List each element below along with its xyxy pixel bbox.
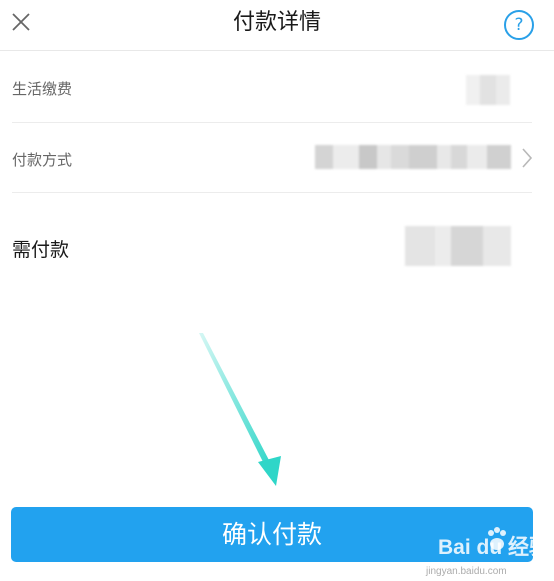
payment-method-value-redacted (315, 145, 511, 169)
chevron-right-icon (522, 148, 533, 168)
amount-value-redacted (405, 226, 511, 266)
close-icon (12, 13, 30, 31)
help-icon: ? (514, 15, 524, 35)
confirm-payment-button[interactable]: 确认付款 (11, 507, 533, 562)
amount-label: 需付款 (12, 239, 70, 261)
payment-method-chevron[interactable] (520, 147, 534, 169)
service-label: 生活缴费 (12, 80, 73, 98)
page-title: 付款详情 (232, 10, 321, 35)
header-bar: 付款详情 ? (0, 0, 554, 51)
payment-details-screen: 付款详情 ? 生活缴费 付款方式 需付款 确认付款 Bai du 经验 jing… (0, 0, 554, 581)
help-button[interactable]: ? (504, 10, 534, 40)
row-divider (12, 122, 532, 123)
service-row: 生活缴费 (12, 76, 532, 100)
payment-method-label: 付款方式 (12, 151, 73, 169)
close-button[interactable] (6, 8, 36, 38)
service-value-redacted (466, 75, 510, 105)
watermark-url: jingyan.baidu.com (426, 566, 507, 577)
row-divider (12, 192, 532, 193)
